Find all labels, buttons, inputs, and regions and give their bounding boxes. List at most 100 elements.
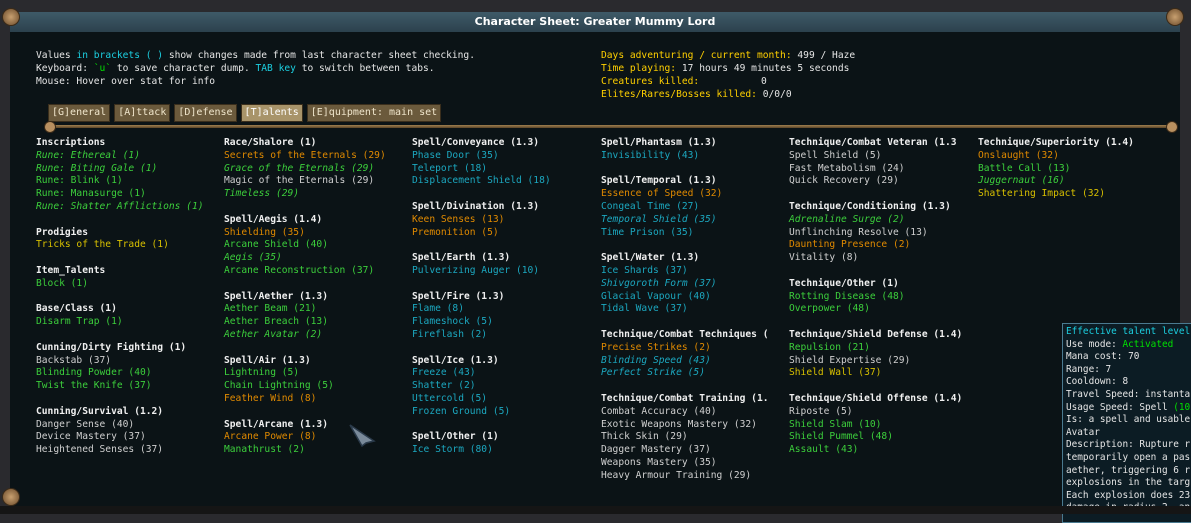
talent-item[interactable]: Congeal Time (27) xyxy=(601,201,791,214)
talent-category[interactable]: Base/Class (1) xyxy=(36,303,226,316)
talent-category[interactable]: Spell/Fire (1.3) xyxy=(412,291,602,304)
tab-equipment[interactable]: [E]quipment: main set xyxy=(306,104,442,122)
talent-item[interactable]: Battle Call (13) xyxy=(978,163,1168,176)
talent-item[interactable]: Flameshock (5) xyxy=(412,316,602,329)
talent-category[interactable]: Spell/Earth (1.3) xyxy=(412,252,602,265)
talent-item[interactable]: Arcane Reconstruction (37) xyxy=(224,265,414,278)
talent-item[interactable]: Unflinching Resolve (13) xyxy=(789,227,979,240)
talent-item[interactable]: Shield Wall (37) xyxy=(789,367,979,380)
talent-item[interactable]: Assault (43) xyxy=(789,444,979,457)
talent-item[interactable]: Lightning (5) xyxy=(224,367,414,380)
talent-item[interactable]: Precise Strikes (2) xyxy=(601,342,791,355)
talent-item[interactable]: Disarm Trap (1) xyxy=(36,316,226,329)
talent-item[interactable]: Aether Breach (13) xyxy=(224,316,414,329)
tab-attack[interactable]: [A]ttack xyxy=(114,104,171,122)
talent-item[interactable]: Teleport (18) xyxy=(412,163,602,176)
talent-item[interactable]: Pulverizing Auger (10) xyxy=(412,265,602,278)
talent-item[interactable]: Tricks of the Trade (1) xyxy=(36,239,226,252)
talent-category[interactable]: Technique/Conditioning (1.3) xyxy=(789,201,979,214)
talent-category[interactable]: Technique/Superiority (1.4) xyxy=(978,137,1168,150)
talent-item[interactable]: Danger Sense (40) xyxy=(36,419,226,432)
talent-item[interactable]: Juggernaut (16) xyxy=(978,175,1168,188)
talent-category[interactable]: Prodigies xyxy=(36,227,226,240)
talent-item[interactable]: Exotic Weapons Mastery (32) xyxy=(601,419,791,432)
talent-category[interactable]: Spell/Arcane (1.3) xyxy=(224,419,414,432)
talent-item[interactable]: Rune: Blink (1) xyxy=(36,175,226,188)
talent-item[interactable]: Phase Door (35) xyxy=(412,150,602,163)
talent-category[interactable]: Spell/Temporal (1.3) xyxy=(601,175,791,188)
talent-item[interactable]: Backstab (37) xyxy=(36,355,226,368)
talent-item[interactable]: Weapons Mastery (35) xyxy=(601,457,791,470)
talent-item[interactable]: Fast Metabolism (24) xyxy=(789,163,979,176)
talent-item[interactable]: Rune: Biting Gale (1) xyxy=(36,163,226,176)
tab-talents[interactable]: [T]alents xyxy=(240,104,303,122)
talent-category[interactable]: Technique/Shield Defense (1.4) xyxy=(789,329,979,342)
talent-item[interactable]: Repulsion (21) xyxy=(789,342,979,355)
talent-item[interactable]: Feather Wind (8) xyxy=(224,393,414,406)
talent-item[interactable]: Displacement Shield (18) xyxy=(412,175,602,188)
talent-item[interactable]: Ice Shards (37) xyxy=(601,265,791,278)
talent-item[interactable]: Secrets of the Eternals (29) xyxy=(224,150,414,163)
tab-general[interactable]: [G]eneral xyxy=(48,104,111,122)
talent-item[interactable]: Dagger Mastery (37) xyxy=(601,444,791,457)
talent-item[interactable]: Premonition (5) xyxy=(412,227,602,240)
talent-item[interactable]: Aegis (35) xyxy=(224,252,414,265)
talent-item[interactable]: Shield Pummel (48) xyxy=(789,431,979,444)
talent-category[interactable]: Technique/Shield Offense (1.4) xyxy=(789,393,979,406)
talent-item[interactable]: Blinding Speed (43) xyxy=(601,355,791,368)
talent-item[interactable]: Flame (8) xyxy=(412,303,602,316)
talent-item[interactable]: Rotting Disease (48) xyxy=(789,291,979,304)
talent-category[interactable]: Technique/Other (1) xyxy=(789,278,979,291)
talent-item[interactable]: Block (1) xyxy=(36,278,226,291)
talent-item[interactable]: Vitality (8) xyxy=(789,252,979,265)
talent-item[interactable]: Chain Lightning (5) xyxy=(224,380,414,393)
talent-item[interactable]: Essence of Speed (32) xyxy=(601,188,791,201)
talent-category[interactable]: Spell/Other (1) xyxy=(412,431,602,444)
talent-item[interactable]: Shield Slam (10) xyxy=(789,419,979,432)
talent-item[interactable]: Thick Skin (29) xyxy=(601,431,791,444)
talent-item[interactable]: Adrenaline Surge (2) xyxy=(789,214,979,227)
talent-item[interactable]: Heightened Senses (37) xyxy=(36,444,226,457)
talent-item[interactable]: Perfect Strike (5) xyxy=(601,367,791,380)
talent-category[interactable]: Spell/Water (1.3) xyxy=(601,252,791,265)
talent-category[interactable]: Spell/Conveyance (1.3) xyxy=(412,137,602,150)
talent-item[interactable]: Fireflash (2) xyxy=(412,329,602,342)
talent-item[interactable]: Tidal Wave (37) xyxy=(601,303,791,316)
talent-item[interactable]: Timeless (29) xyxy=(224,188,414,201)
talent-category[interactable]: Race/Shalore (1) xyxy=(224,137,414,150)
talent-item[interactable]: Blinding Powder (40) xyxy=(36,367,226,380)
talent-category[interactable]: Inscriptions xyxy=(36,137,226,150)
talent-category[interactable]: Spell/Phantasm (1.3) xyxy=(601,137,791,150)
talent-item[interactable]: Shattering Impact (32) xyxy=(978,188,1168,201)
talent-category[interactable]: Spell/Aegis (1.4) xyxy=(224,214,414,227)
talent-item[interactable]: Shivgoroth Form (37) xyxy=(601,278,791,291)
talent-item[interactable]: Shatter (2) xyxy=(412,380,602,393)
talent-item[interactable]: Invisibility (43) xyxy=(601,150,791,163)
talent-item[interactable]: Spell Shield (5) xyxy=(789,150,979,163)
talent-category[interactable]: Technique/Combat Veteran (1.3 xyxy=(789,137,979,150)
talent-item[interactable]: Grace of the Eternals (29) xyxy=(224,163,414,176)
talent-item[interactable]: Rune: Ethereal (1) xyxy=(36,150,226,163)
talent-category[interactable]: Spell/Air (1.3) xyxy=(224,355,414,368)
talent-item[interactable]: Freeze (43) xyxy=(412,367,602,380)
talent-item[interactable]: Magic of the Eternals (29) xyxy=(224,175,414,188)
talent-item[interactable]: Overpower (48) xyxy=(789,303,979,316)
talent-item[interactable]: Combat Accuracy (40) xyxy=(601,406,791,419)
talent-category[interactable]: Technique/Combat Techniques ( xyxy=(601,329,791,342)
talent-category[interactable]: Spell/Aether (1.3) xyxy=(224,291,414,304)
talent-item[interactable]: Glacial Vapour (40) xyxy=(601,291,791,304)
talent-item[interactable]: Quick Recovery (29) xyxy=(789,175,979,188)
talent-item[interactable]: Rune: Manasurge (1) xyxy=(36,188,226,201)
talent-category[interactable]: Cunning/Survival (1.2) xyxy=(36,406,226,419)
talent-item[interactable]: Time Prison (35) xyxy=(601,227,791,240)
talent-item[interactable]: Arcane Power (8) xyxy=(224,431,414,444)
talent-item[interactable]: Aether Avatar (2) xyxy=(224,329,414,342)
talent-item[interactable]: Rune: Shatter Afflictions (1) xyxy=(36,201,226,214)
talent-item[interactable]: Device Mastery (37) xyxy=(36,431,226,444)
talent-item[interactable]: Arcane Shield (40) xyxy=(224,239,414,252)
talent-item[interactable]: Manathrust (2) xyxy=(224,444,414,457)
talent-item[interactable]: Shielding (35) xyxy=(224,227,414,240)
talent-item[interactable]: Keen Senses (13) xyxy=(412,214,602,227)
talent-item[interactable]: Twist the Knife (37) xyxy=(36,380,226,393)
talent-item[interactable]: Onslaught (32) xyxy=(978,150,1168,163)
